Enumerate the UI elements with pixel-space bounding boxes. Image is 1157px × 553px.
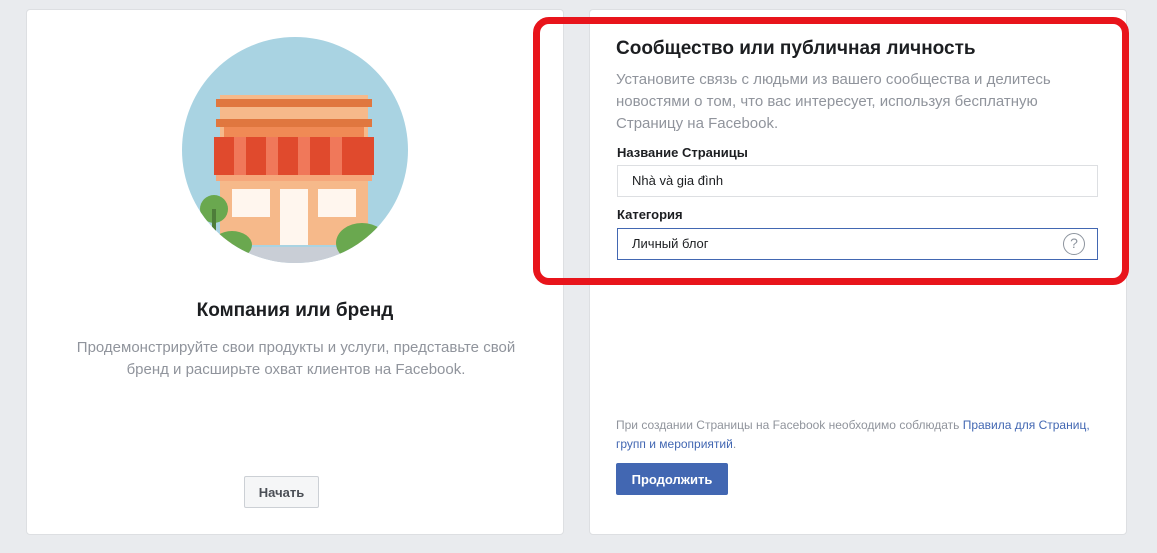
start-button[interactable]: Начать — [244, 476, 319, 508]
community-card-title: Сообщество или публичная личность — [616, 38, 976, 59]
page-name-label: Название Страницы — [617, 145, 748, 160]
policy-end: . — [732, 437, 737, 451]
community-public-figure-card: Сообщество или публичная личность Устано… — [589, 9, 1127, 535]
continue-button[interactable]: Продолжить — [616, 463, 728, 495]
category-input[interactable]: Личный блог ? — [617, 228, 1098, 260]
business-brand-card: Компания или бренд Продемонстрируйте сво… — [26, 9, 564, 535]
page-name-value: Nhà và gia đình — [632, 173, 724, 188]
business-card-title: Компания или бренд — [196, 300, 394, 321]
community-card-description: Установите связь с людьми из вашего сооб… — [616, 71, 1051, 132]
category-label: Категория — [617, 207, 683, 222]
category-value: Личный блог — [632, 236, 709, 251]
storefront-illustration — [182, 37, 408, 263]
page-name-input[interactable]: Nhà và gia đình — [617, 165, 1098, 197]
policy-notice: При создании Страницы на Facebook необхо… — [616, 416, 1106, 454]
business-card-description: Продемонстрируйте свои продукты и услуги… — [76, 339, 516, 378]
policy-text: При создании Страницы на Facebook необхо… — [616, 418, 963, 432]
help-icon[interactable]: ? — [1063, 233, 1085, 255]
